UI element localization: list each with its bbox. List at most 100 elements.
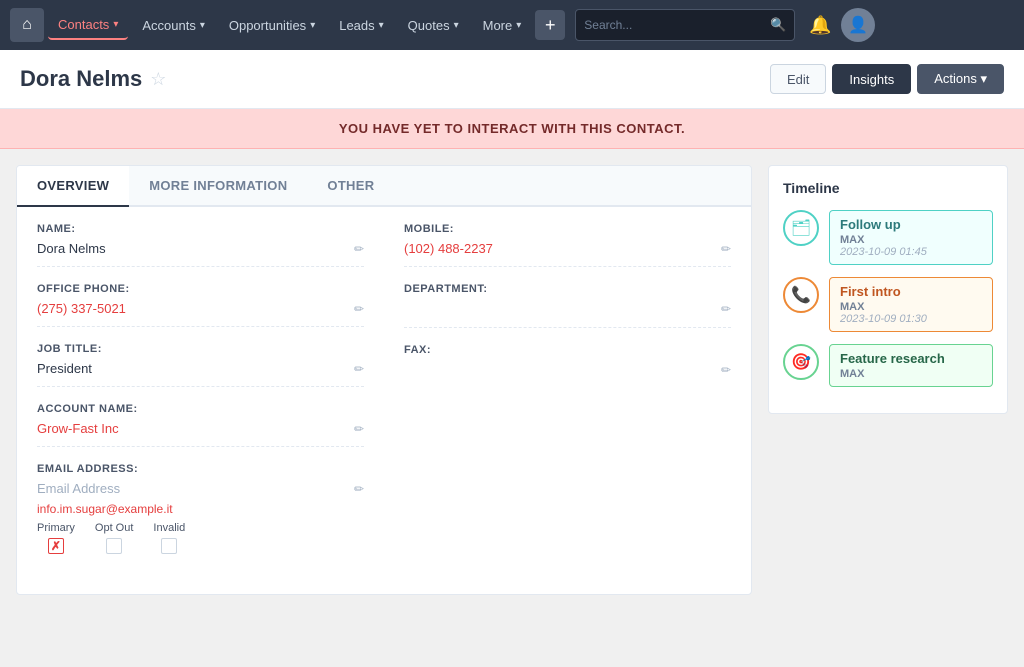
field-name: NAME: Dora Nelms ✏ (37, 223, 364, 267)
add-button[interactable]: + (535, 10, 565, 40)
quotes-dropdown-arrow: ▾ (454, 20, 459, 31)
alert-text: YOU HAVE YET TO INTERACT WITH THIS CONTA… (339, 121, 685, 136)
timeline-item-followup: 🗂 Follow up MAX 2023-10-09 01:45 (783, 210, 993, 265)
featureresearch-title: Feature research (840, 351, 982, 366)
actions-button[interactable]: Actions ▾ (917, 64, 1004, 94)
nav-quotes[interactable]: Quotes ▾ (398, 12, 469, 39)
main-layout: OVERVIEW MORE INFORMATION OTHER NAME: Do… (0, 149, 1024, 611)
optout-checkbox-item: Opt Out (95, 522, 134, 554)
tab-other[interactable]: OTHER (307, 166, 394, 207)
field-office-phone: OFFICE PHONE: (275) 337-5021 ✏ (37, 283, 364, 327)
name-value: Dora Nelms (37, 241, 106, 256)
email-address-value[interactable]: info.im.sugar@example.it (37, 502, 364, 516)
invalid-checkbox[interactable] (161, 538, 177, 554)
home-button[interactable]: ⌂ (10, 8, 44, 42)
name-label: NAME: (37, 223, 364, 235)
firstintro-date: 2023-10-09 01:30 (840, 313, 982, 325)
account-name-label: ACCOUNT NAME: (37, 403, 364, 415)
field-email: EMAIL ADDRESS: Email Address ✏ info.im.s… (37, 463, 364, 562)
home-icon: ⌂ (22, 16, 32, 34)
insights-button[interactable]: Insights (832, 64, 911, 94)
email-edit-icon[interactable]: ✏ (354, 482, 364, 496)
nav-contacts[interactable]: Contacts ▾ (48, 11, 128, 40)
form-content: NAME: Dora Nelms ✏ OFFICE PHONE: (275) 3… (17, 207, 751, 594)
title-row: Dora Nelms ☆ (20, 66, 166, 92)
field-account-name: ACCOUNT NAME: Grow-Fast Inc ✏ (37, 403, 364, 447)
followup-body[interactable]: Follow up MAX 2023-10-09 01:45 (829, 210, 993, 265)
field-department: DEPARTMENT: ✏ (404, 283, 731, 328)
invalid-label: Invalid (153, 522, 185, 534)
mobile-edit-icon[interactable]: ✏ (721, 242, 731, 256)
nav-more[interactable]: More ▾ (473, 12, 532, 39)
nav-accounts[interactable]: Accounts ▾ (132, 12, 215, 39)
tab-overview[interactable]: OVERVIEW (17, 166, 129, 207)
department-edit-icon[interactable]: ✏ (721, 302, 731, 316)
office-phone-label: OFFICE PHONE: (37, 283, 364, 295)
accounts-label: Accounts (142, 18, 195, 33)
bell-icon: 🔔 (809, 15, 831, 36)
contacts-dropdown-arrow: ▾ (113, 19, 118, 30)
nav-opportunities[interactable]: Opportunities ▾ (219, 12, 325, 39)
optout-checkbox[interactable] (106, 538, 122, 554)
timeline-item-firstintro: 📞 First intro MAX 2023-10-09 01:30 (783, 277, 993, 332)
job-title-edit-icon[interactable]: ✏ (354, 362, 364, 376)
email-checkboxes: Primary ✗ Opt Out Invalid (37, 522, 364, 554)
primary-checkbox[interactable]: ✗ (48, 538, 64, 554)
featureresearch-icon: 🎯 (791, 352, 811, 372)
alert-banner: YOU HAVE YET TO INTERACT WITH THIS CONTA… (0, 109, 1024, 149)
page-header: Dora Nelms ☆ Edit Insights Actions ▾ (0, 50, 1024, 109)
user-avatar[interactable]: 👤 (841, 8, 875, 42)
opportunities-label: Opportunities (229, 18, 306, 33)
followup-user: MAX (840, 234, 982, 246)
firstintro-body[interactable]: First intro MAX 2023-10-09 01:30 (829, 277, 993, 332)
email-placeholder: Email Address (37, 481, 120, 496)
featureresearch-icon-wrap: 🎯 (783, 344, 819, 380)
more-dropdown-arrow: ▾ (516, 20, 521, 31)
navbar: ⌂ Contacts ▾ Accounts ▾ Opportunities ▾ … (0, 0, 1024, 50)
office-phone-edit-icon[interactable]: ✏ (354, 302, 364, 316)
followup-date: 2023-10-09 01:45 (840, 246, 982, 258)
name-edit-icon[interactable]: ✏ (354, 242, 364, 256)
timeline-title: Timeline (783, 180, 993, 196)
left-column: NAME: Dora Nelms ✏ OFFICE PHONE: (275) 3… (37, 223, 364, 578)
search-input[interactable] (584, 18, 764, 32)
department-label: DEPARTMENT: (404, 283, 731, 295)
favorite-star-icon[interactable]: ☆ (150, 69, 166, 90)
timeline-card: Timeline 🗂 Follow up MAX 2023-10-09 01:4… (768, 165, 1008, 414)
job-title-value: President (37, 361, 92, 376)
firstintro-icon-wrap: 📞 (783, 277, 819, 313)
notifications-button[interactable]: 🔔 (803, 8, 837, 42)
edit-button[interactable]: Edit (770, 64, 826, 94)
header-actions: Edit Insights Actions ▾ (770, 64, 1004, 94)
optout-label: Opt Out (95, 522, 134, 534)
tab-more-information[interactable]: MORE INFORMATION (129, 166, 307, 207)
primary-label: Primary (37, 522, 75, 534)
leads-dropdown-arrow: ▾ (379, 20, 384, 31)
fax-value-row: ✏ (404, 360, 731, 380)
account-name-edit-icon[interactable]: ✏ (354, 422, 364, 436)
account-name-value-row: Grow-Fast Inc ✏ (37, 419, 364, 438)
field-job-title: JOB TITLE: President ✏ (37, 343, 364, 387)
featureresearch-body[interactable]: Feature research MAX (829, 344, 993, 387)
featureresearch-user: MAX (840, 368, 982, 380)
accounts-dropdown-arrow: ▾ (200, 20, 205, 31)
job-title-label: JOB TITLE: (37, 343, 364, 355)
name-value-row: Dora Nelms ✏ (37, 239, 364, 258)
check-x-icon: ✗ (51, 539, 61, 553)
nav-leads[interactable]: Leads ▾ (329, 12, 393, 39)
timeline-item-featureresearch: 🎯 Feature research MAX (783, 344, 993, 387)
timeline-panel: Timeline 🗂 Follow up MAX 2023-10-09 01:4… (768, 165, 1008, 595)
search-icon: 🔍 (770, 17, 786, 33)
field-mobile: MOBILE: (102) 488-2237 ✏ (404, 223, 731, 267)
department-value-row: ✏ (404, 299, 731, 319)
mobile-value[interactable]: (102) 488-2237 (404, 241, 493, 256)
job-title-value-row: President ✏ (37, 359, 364, 378)
office-phone-value[interactable]: (275) 337-5021 (37, 301, 126, 316)
avatar-icon: 👤 (848, 15, 868, 35)
firstintro-title: First intro (840, 284, 982, 299)
field-fax: FAX: ✏ (404, 344, 731, 388)
followup-title: Follow up (840, 217, 982, 232)
account-name-value[interactable]: Grow-Fast Inc (37, 421, 119, 436)
fax-edit-icon[interactable]: ✏ (721, 363, 731, 377)
firstintro-user: MAX (840, 301, 982, 313)
